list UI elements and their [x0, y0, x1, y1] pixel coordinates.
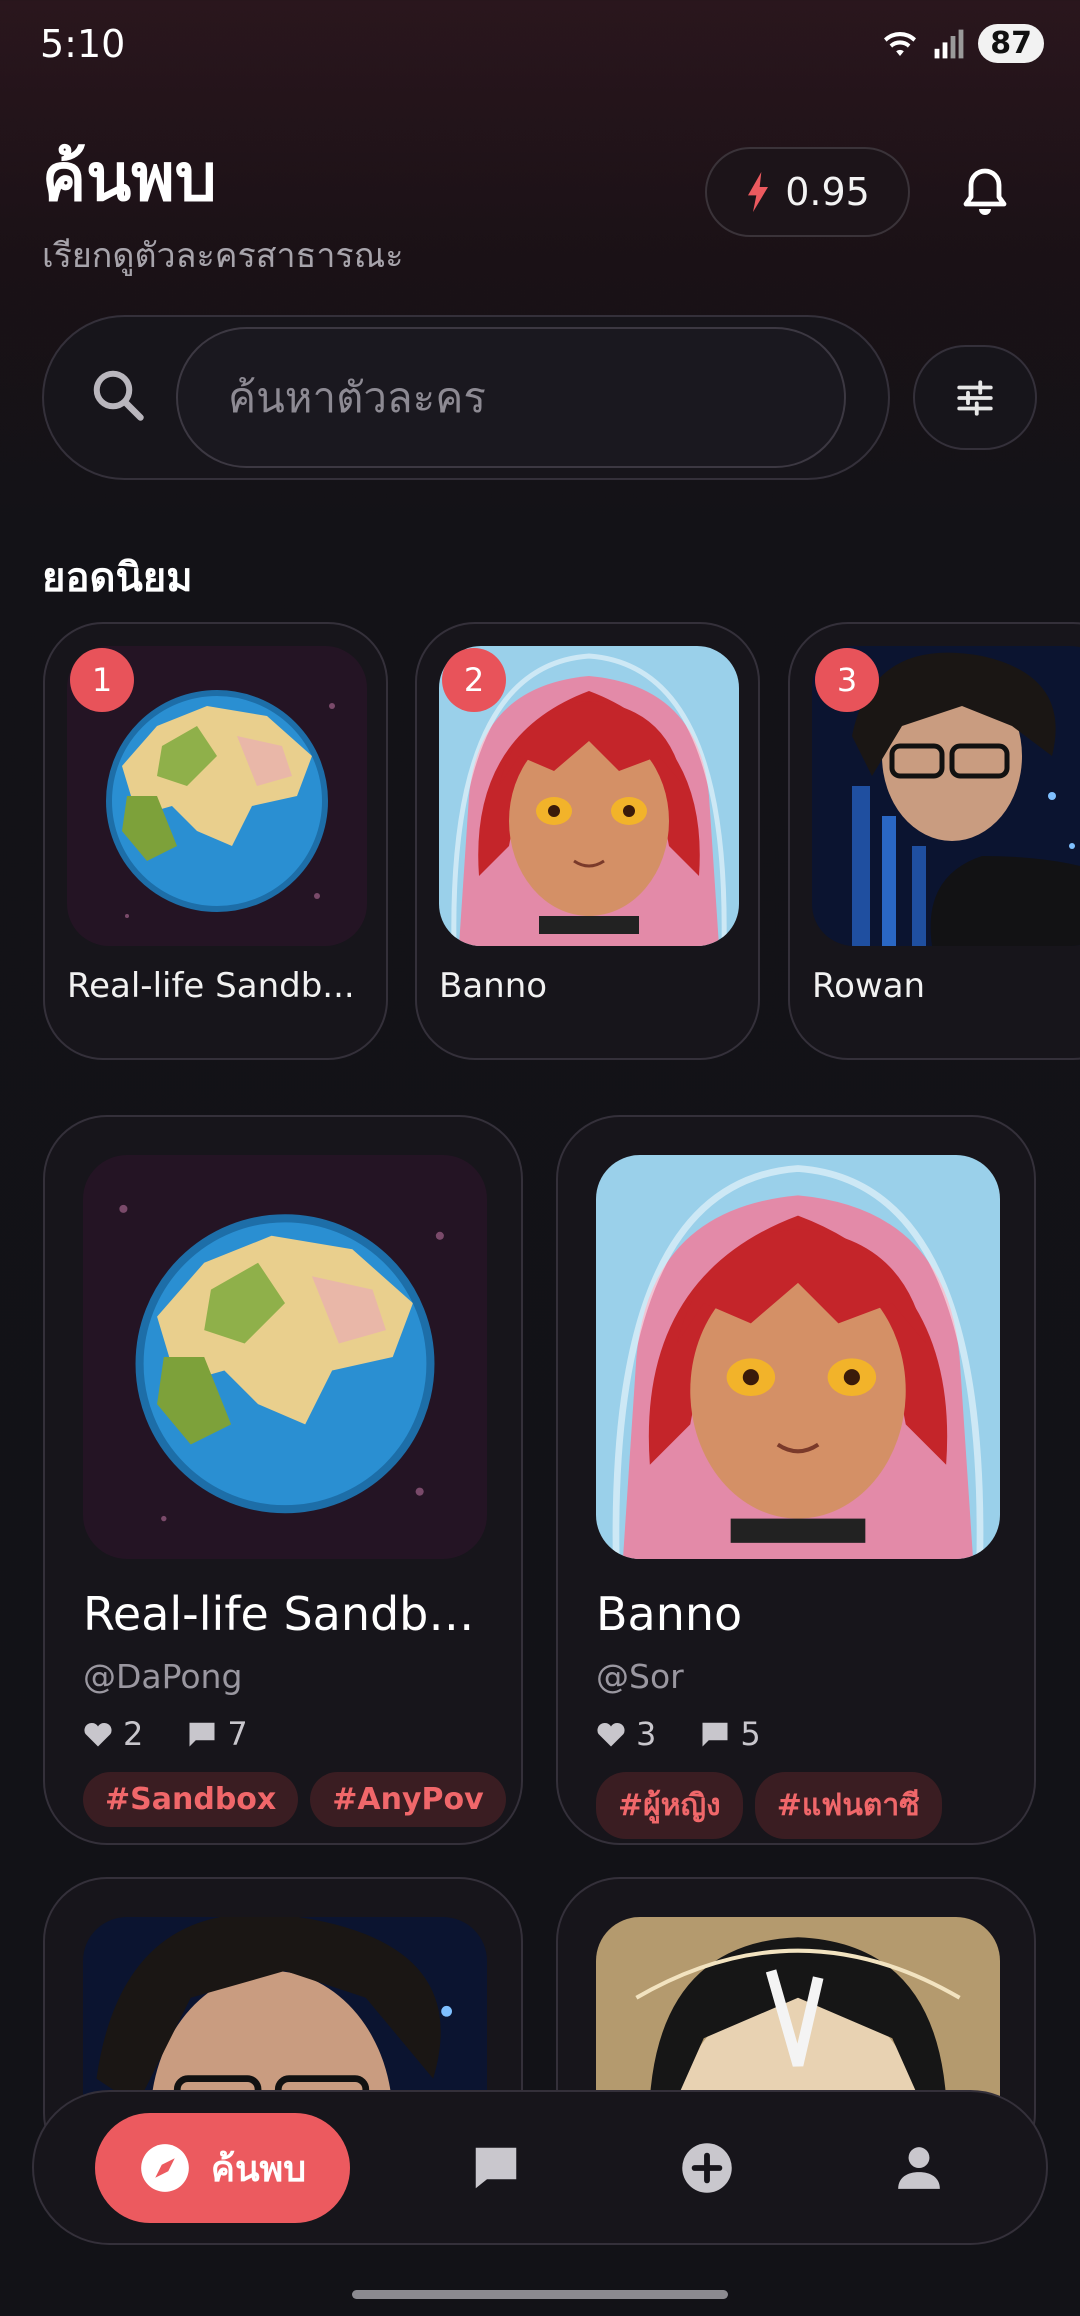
comments-count: 5 [740, 1715, 761, 1753]
search-icon[interactable] [88, 365, 148, 425]
notifications-button[interactable] [950, 158, 1020, 228]
home-indicator[interactable] [352, 2290, 728, 2299]
lightning-icon [748, 172, 769, 212]
tag-chip[interactable]: #Sandbox [83, 1772, 299, 1827]
likes-count: 3 [636, 1715, 657, 1753]
character-author: @Sor [596, 1657, 684, 1696]
nav-chat-tab[interactable] [461, 2133, 531, 2203]
rank-badge: 3 [815, 648, 879, 712]
character-avatar [596, 1155, 1000, 1559]
popular-section-title: ยอดนิยม [42, 555, 193, 601]
person-icon [898, 2147, 940, 2189]
character-name: Banno [596, 1587, 743, 1641]
tag-chip[interactable]: #ผู้หญิง [596, 1772, 743, 1839]
comment-icon [702, 1722, 728, 1747]
likes-count: 2 [123, 1715, 144, 1753]
tag-list: #Sandbox #AnyPov [83, 1772, 506, 1827]
page-subtitle: เรียกดูตัวละครสาธารณะ [42, 236, 404, 276]
heart-icon [84, 1722, 112, 1747]
character-stats: 2 7 [83, 1715, 248, 1753]
search-input[interactable] [176, 327, 846, 468]
chat-icon [475, 2147, 517, 2189]
status-time: 5:10 [40, 22, 126, 66]
tag-chip[interactable]: #แฟนตาซี [754, 1772, 942, 1839]
credits-value: 0.95 [785, 170, 870, 214]
bell-icon [963, 168, 1007, 215]
comments-count: 7 [227, 1715, 248, 1753]
filter-button[interactable] [913, 345, 1037, 450]
compass-icon [141, 2144, 189, 2192]
nav-create-tab[interactable] [672, 2133, 742, 2203]
character-name: Rowan [812, 966, 926, 1006]
rank-badge: 2 [442, 648, 506, 712]
character-author: @DaPong [83, 1657, 243, 1696]
character-name: Real-life Sandbo... [83, 1587, 487, 1641]
status-icons: 87 [880, 24, 1044, 63]
character-card[interactable]: Banno @Sor 3 5 #ผู้หญิง #แฟนตาซี [556, 1115, 1036, 1845]
comment-icon [189, 1722, 215, 1747]
tag-chip[interactable]: #AnyPov [310, 1772, 506, 1827]
page-title: ค้นพบ [42, 139, 217, 216]
character-name: Banno [439, 966, 548, 1006]
battery-indicator: 87 [978, 24, 1044, 63]
wifi-icon [884, 31, 917, 56]
character-card[interactable]: Real-life Sandbo... @DaPong 2 7 #Sandbox… [43, 1115, 523, 1845]
nav-discover-tab[interactable]: ค้นพบ [95, 2113, 350, 2223]
signal-icon [934, 29, 964, 58]
nav-profile-tab[interactable] [884, 2133, 954, 2203]
heart-icon [597, 1722, 625, 1747]
rank-badge: 1 [70, 648, 134, 712]
sliders-icon [957, 379, 993, 416]
add-circle-icon [682, 2143, 732, 2193]
character-name: Real-life Sandb... [67, 966, 355, 1006]
character-avatar [83, 1155, 487, 1559]
nav-discover-label: ค้นพบ [210, 2148, 307, 2190]
tag-list: #ผู้หญิง #แฟนตาซี [596, 1772, 942, 1839]
credits-button[interactable]: 0.95 [705, 147, 910, 237]
character-stats: 3 5 [596, 1715, 761, 1753]
